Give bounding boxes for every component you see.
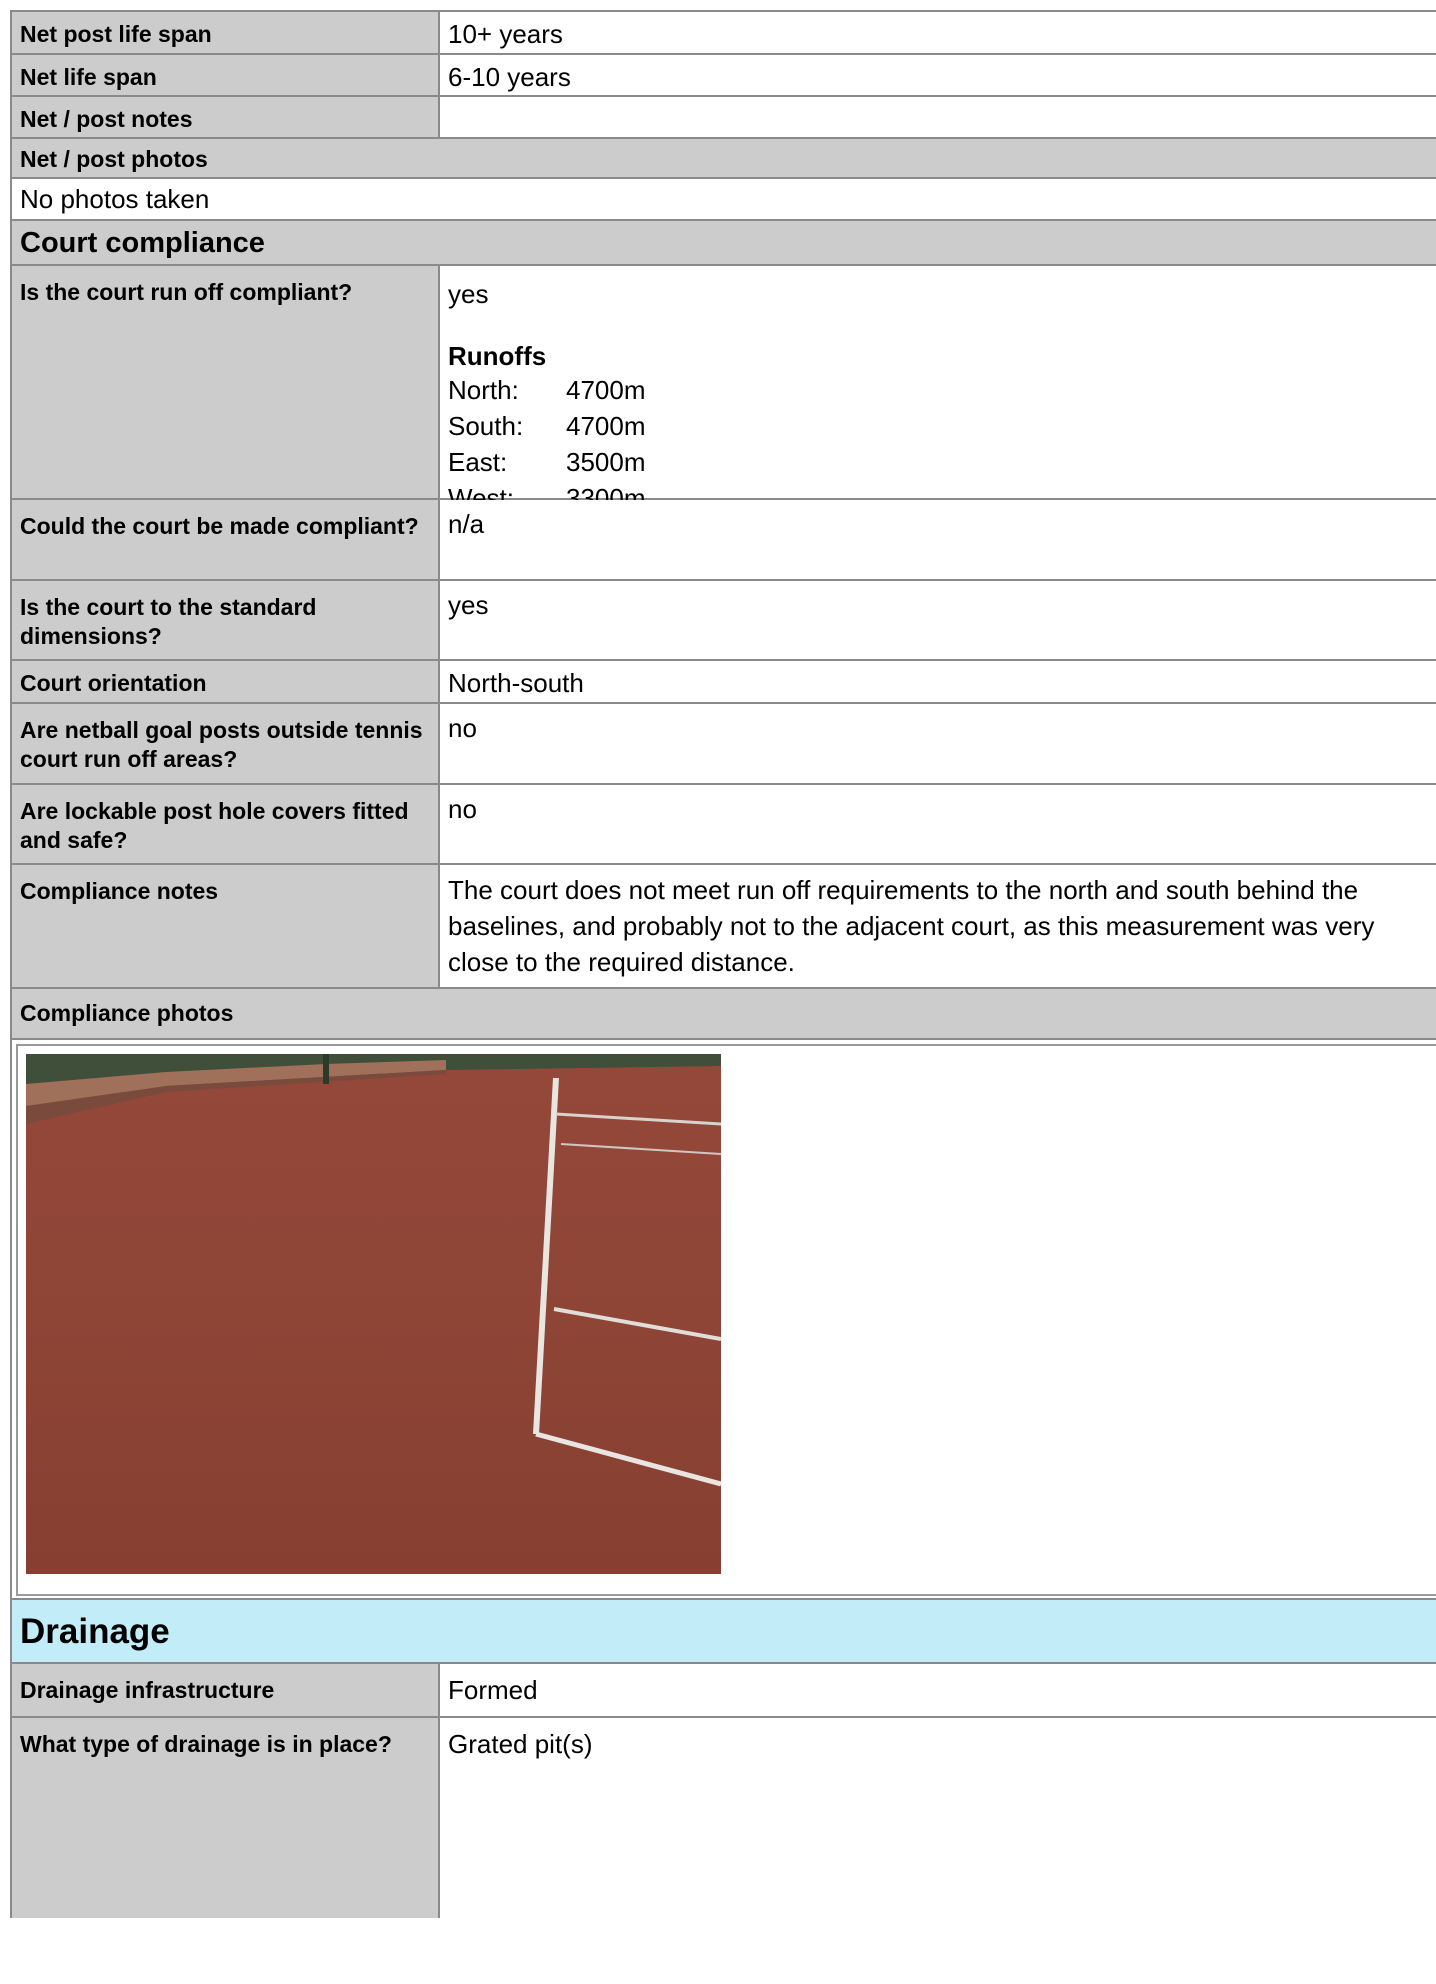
row-drainage-type: What type of drainage is in place? Grate… [12,1718,1436,1918]
row-value: no [440,785,1436,863]
row-value: 10+ years [440,12,1436,53]
row-value: Grated pit(s) [440,1718,1436,1918]
section-court-compliance: Court compliance [12,221,1436,266]
row-compliance-notes: Compliance notes The court does not meet… [12,865,1436,989]
row-netball-posts: Are netball goal posts outside tennis co… [12,704,1436,785]
runoff-east: East: 3500m [448,444,1436,480]
row-label: Is the court run off compliant? [12,266,440,498]
row-net-post-notes: Net / post notes [12,97,1436,139]
row-compliance-photos-header: Compliance photos [12,989,1436,1040]
row-label: Net post life span [12,12,440,53]
row-net-post-life-span: Net post life span 10+ years [12,12,1436,55]
row-could-be-compliant: Could the court be made compliant? n/a [12,500,1436,581]
net-photos-value: No photos taken [12,179,1436,219]
row-run-off-compliant: Is the court run off compliant? yes Runo… [12,266,1436,513]
row-label: What type of drainage is in place? [12,1718,440,1918]
row-value: no [440,704,1436,783]
runoff-south: South: 4700m [448,408,1436,444]
runoff-dist: 3500m [566,447,646,477]
runoff-dir: East: [448,447,508,477]
row-compliance-photos [12,1040,1436,1600]
row-label: Could the court be made compliant? [12,500,440,579]
photo-frame [16,1044,1436,1596]
runoff-north: North: 4700m [448,372,1436,408]
row-label: Are netball goal posts outside tennis co… [12,704,440,783]
row-value: Formed [440,1664,1436,1716]
photo-cell [12,1040,1436,1598]
runoff-dist: 4700m [566,375,646,405]
section-title: Drainage [12,1600,1436,1662]
row-label: Court orientation [12,661,440,702]
row-value [440,97,1436,137]
runoffs-title: Runoffs [448,341,547,371]
runoff-dist: 4700m [566,411,646,441]
court-photo-image [26,1054,721,1574]
row-net-photos-value: No photos taken [12,179,1436,221]
row-net-life-span: Net life span 6-10 years [12,55,1436,97]
report-table: Net post life span 10+ years Net life sp… [10,10,1436,1918]
row-label: Are lockable post hole covers fitted and… [12,785,440,863]
row-value-runoff: yes Runoffs North: 4700m South: 4700m Ea… [440,266,1436,513]
row-value: n/a [440,500,1436,579]
row-standard-dimensions: Is the court to the standard dimensions?… [12,581,1436,661]
row-label: Compliance notes [12,865,440,987]
row-value: yes [440,581,1436,659]
runoff-dir: North: [448,375,519,405]
row-label: Drainage infrastructure [12,1664,440,1716]
compliance-photos-label: Compliance photos [12,989,1436,1038]
row-drainage-infrastructure: Drainage infrastructure Formed [12,1664,1436,1718]
row-label: Net life span [12,55,440,95]
row-value: 6-10 years [440,55,1436,95]
row-post-hole-covers: Are lockable post hole covers fitted and… [12,785,1436,865]
row-value: North-south [440,661,1436,702]
runoff-dir: South: [448,411,524,441]
run-off-answer: yes [448,279,489,309]
row-label: Net / post notes [12,97,440,137]
row-net-photos-header: Net / post photos [12,139,1436,179]
section-title: Court compliance [12,221,1436,264]
row-court-orientation: Court orientation North-south [12,661,1436,704]
net-photos-label: Net / post photos [12,139,1436,177]
section-drainage: Drainage [12,1600,1436,1664]
compliance-notes-text: The court does not meet run off requirem… [440,865,1436,987]
row-label: Is the court to the standard dimensions? [12,581,440,659]
